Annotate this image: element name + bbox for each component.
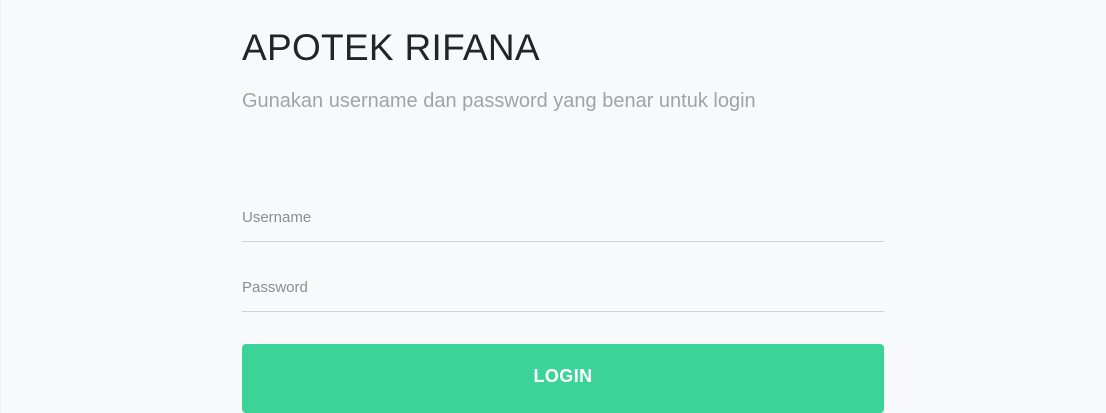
password-field: [242, 264, 884, 312]
login-panel: APOTEK RIFANA Gunakan username dan passw…: [0, 0, 1106, 413]
login-instructions: Gunakan username dan password yang benar…: [242, 90, 756, 112]
page-title: APOTEK RIFANA: [242, 27, 540, 68]
login-button[interactable]: LOGIN: [242, 344, 884, 413]
username-input[interactable]: [242, 194, 884, 241]
login-form: APOTEK RIFANA Gunakan username dan passw…: [242, 26, 884, 413]
password-input[interactable]: [242, 264, 884, 311]
username-field: [242, 194, 884, 242]
